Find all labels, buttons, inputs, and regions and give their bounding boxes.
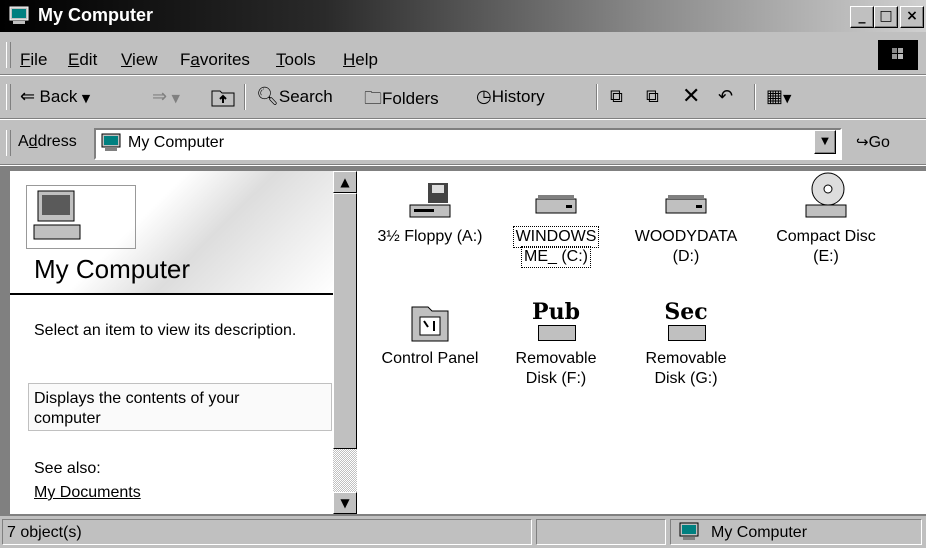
left-panel-scrollbar[interactable]: ▲ ▼ xyxy=(333,171,357,514)
scroll-up-button[interactable]: ▲ xyxy=(333,171,357,193)
chevron-down-icon: ▼ xyxy=(783,92,792,105)
items-view: 3½ Floppy (A:) WINDOWS ME_ (C:) WOODYDATA… xyxy=(357,171,926,514)
minimize-button[interactable]: _ xyxy=(850,6,874,28)
delete-icon[interactable]: ✕ xyxy=(682,84,700,109)
status-empty-panel xyxy=(536,519,666,545)
floppy-drive-icon xyxy=(409,183,451,218)
left-info-panel: My Computer Select an item to view its d… xyxy=(10,171,333,514)
removable-disk-icon: Sec xyxy=(662,301,710,345)
go-arrow-icon: ↪ xyxy=(856,133,869,151)
my-documents-link[interactable]: My Documents xyxy=(34,484,141,502)
chevron-down-icon: ▼ xyxy=(171,92,181,105)
scroll-down-button[interactable]: ▼ xyxy=(333,492,357,514)
history-button[interactable]: ◷History xyxy=(476,86,545,107)
address-dropdown-button[interactable]: ▼ xyxy=(814,130,836,154)
maximize-button[interactable]: □ xyxy=(874,6,898,28)
back-button[interactable]: ⇐ Back ▼ xyxy=(20,86,90,107)
panel-prompt: Select an item to view its description. xyxy=(34,322,297,339)
address-value: My Computer xyxy=(128,134,225,151)
address-grip[interactable] xyxy=(6,130,11,156)
toolbar-separator xyxy=(754,84,756,110)
control-panel-item[interactable]: Control Panel xyxy=(365,301,495,369)
panel-description: Displays the contents of your computer xyxy=(34,390,240,427)
drive-a-item[interactable]: 3½ Floppy (A:) xyxy=(365,179,495,247)
menu-file[interactable]: File xyxy=(20,50,47,70)
move-to-icon[interactable]: ⧉ xyxy=(610,86,623,107)
toolbar-grip[interactable] xyxy=(6,84,11,110)
menu-edit[interactable]: Edit xyxy=(68,50,97,70)
search-button[interactable]: 🔍︎Search xyxy=(256,86,333,107)
panel-title: My Computer xyxy=(34,254,191,284)
toolbar-separator xyxy=(596,84,598,110)
see-also-label: See also: xyxy=(34,460,101,477)
chevron-down-icon: ▼ xyxy=(81,92,91,105)
copy-to-icon[interactable]: ⧉ xyxy=(646,86,659,107)
drive-f-item[interactable]: Pub Removable Disk (F:) xyxy=(491,301,621,389)
menu-view[interactable]: View xyxy=(121,50,158,70)
window-title: My Computer xyxy=(38,5,154,25)
drive-c-item[interactable]: WINDOWS ME_ (C:) xyxy=(491,179,621,268)
history-icon: ◷ xyxy=(476,86,492,107)
undo-icon[interactable]: ↶ xyxy=(718,86,733,107)
folders-icon: 🗀 xyxy=(364,88,382,109)
address-input[interactable]: My Computer xyxy=(94,128,842,160)
menu-grip[interactable] xyxy=(6,42,11,68)
toolbar-separator xyxy=(244,84,246,110)
removable-disk-icon: Pub xyxy=(532,301,580,345)
go-button[interactable]: ↪Go xyxy=(856,133,890,152)
drive-g-item[interactable]: Sec Removable Disk (G:) xyxy=(621,301,751,389)
views-button[interactable]: ▦▼ xyxy=(766,86,791,107)
computer-icon xyxy=(101,133,121,151)
status-bar: 7 object(s) My Computer xyxy=(0,516,926,548)
status-object-count: 7 object(s) xyxy=(2,519,532,545)
menu-tools[interactable]: Tools xyxy=(276,50,316,70)
control-panel-icon xyxy=(411,306,449,342)
close-button[interactable]: × xyxy=(900,6,924,28)
back-arrow-icon: ⇐ xyxy=(20,86,36,107)
menu-help[interactable]: Help xyxy=(343,50,378,70)
computer-icon xyxy=(679,522,699,540)
computer-icon xyxy=(26,185,136,249)
views-icon: ▦ xyxy=(766,86,784,107)
search-icon: 🔍︎ xyxy=(256,86,279,107)
hard-drive-icon xyxy=(535,195,577,214)
forward-arrow-icon: ⇒ xyxy=(152,86,168,107)
up-folder-icon[interactable] xyxy=(210,86,236,108)
drive-e-item[interactable]: Compact Disc (E:) xyxy=(761,171,891,267)
status-zone: My Computer xyxy=(670,519,922,545)
panel-divider xyxy=(10,293,333,295)
hard-drive-icon xyxy=(665,195,707,214)
forward-button[interactable]: ⇒ ▼ xyxy=(152,86,180,107)
folders-button[interactable]: 🗀Folders xyxy=(364,86,439,116)
computer-icon xyxy=(9,6,29,24)
windows-logo-icon xyxy=(878,40,918,70)
menu-favorites[interactable]: Favorites xyxy=(180,50,250,70)
scroll-thumb[interactable] xyxy=(333,193,357,449)
drive-d-item[interactable]: WOODYDATA (D:) xyxy=(621,179,751,267)
cd-drive-icon xyxy=(805,172,847,218)
address-label: Address xyxy=(18,133,77,150)
